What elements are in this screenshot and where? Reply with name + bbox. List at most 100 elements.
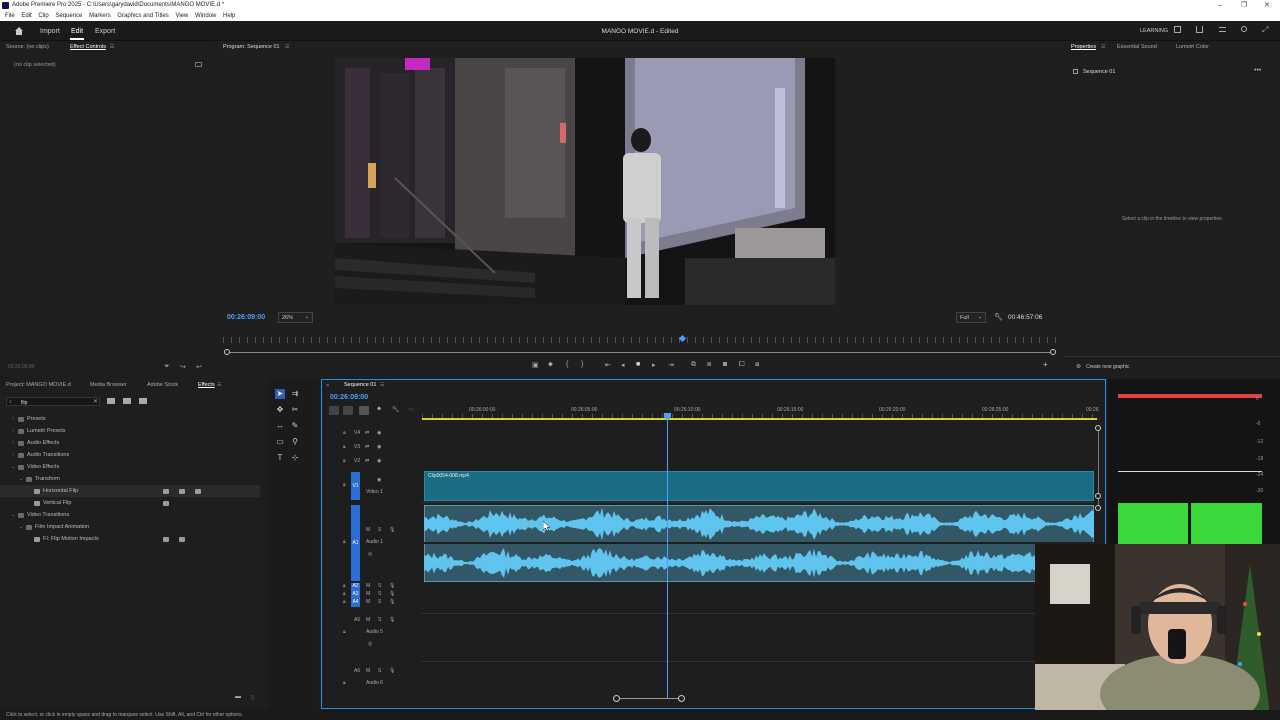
lock-icon[interactable]: 🔒︎ <box>343 680 346 686</box>
add-marker-icon[interactable]: ▣ <box>532 361 539 369</box>
chevron-down-icon[interactable]: ⌄ <box>18 521 24 533</box>
hscroll-handle-right[interactable] <box>678 695 685 702</box>
accelerated-effects-icon[interactable] <box>107 398 115 404</box>
lock-icon[interactable]: 🔒︎ <box>343 430 346 436</box>
microphone-icon[interactable]: 🎙︎ <box>389 591 395 597</box>
mark-in-icon[interactable]: { <box>566 361 568 368</box>
minimize-button[interactable]: – <box>1218 0 1222 11</box>
volume-knob-icon[interactable]: ◎ <box>368 641 372 647</box>
compare-icon[interactable]: ⧠ <box>739 361 745 369</box>
chevron-right-icon[interactable]: › <box>10 425 16 437</box>
filter-icon[interactable]: ⏷ <box>164 363 170 371</box>
clear-search-icon[interactable]: ✕ <box>93 398 98 405</box>
menu-markers[interactable]: Markers <box>89 11 111 21</box>
effects-tree-row[interactable]: ⌄ Video Effects <box>0 461 260 473</box>
horizontal-scrollbar[interactable] <box>617 698 682 699</box>
chevron-right-icon[interactable]: › <box>10 413 16 425</box>
zoom-select[interactable]: 26% ⌄ <box>278 312 313 323</box>
export-icon[interactable]: ↪ <box>180 363 186 371</box>
slip-tool-icon[interactable]: ↔ <box>275 421 285 431</box>
chevron-down-icon[interactable]: ⌄ <box>10 509 16 521</box>
work-area-bar[interactable] <box>422 418 1097 420</box>
scroll-handle-bottom[interactable] <box>1095 505 1101 511</box>
tab-source[interactable]: Source: (no clips) <box>6 44 49 50</box>
menu-view[interactable]: View <box>175 11 188 21</box>
scroll-handle-mid[interactable] <box>1095 493 1101 499</box>
tab-project[interactable]: Project: MANGO MOVIE.d <box>6 382 71 388</box>
tab-media-browser[interactable]: Media Browser <box>90 382 127 388</box>
sync-lock-icon[interactable]: ⇄ <box>365 430 369 436</box>
solo-icon[interactable]: S <box>378 599 381 605</box>
effects-tree-row[interactable]: ⌄ Transform <box>0 473 260 485</box>
more-icon[interactable]: ••• <box>1254 67 1261 74</box>
pen-tool-icon[interactable]: ✎ <box>290 421 300 431</box>
close-tab-icon[interactable]: × <box>326 383 329 389</box>
volume-knob-icon[interactable]: ◎ <box>368 551 372 557</box>
panel-menu-icon[interactable]: ☰ <box>110 44 114 50</box>
settings-wrench-icon[interactable]: 🔧︎ <box>392 406 400 413</box>
timeline-menu-icon[interactable]: ☰ <box>380 382 384 388</box>
close-button[interactable]: ✕ <box>1264 0 1270 11</box>
menu-file[interactable]: File <box>5 11 15 21</box>
step-forward-icon[interactable]: ▸ <box>652 361 656 369</box>
captions-icon[interactable]: ▭ <box>408 406 414 413</box>
menu-clip[interactable]: Clip <box>38 11 48 21</box>
timeline-ruler[interactable]: 00:26:00:00 00:26:05:00 00:26:10:00 00:2… <box>422 405 1100 420</box>
a2-target-button[interactable]: A2 <box>351 583 360 591</box>
zoom-tool-icon[interactable]: ⊹ <box>290 453 300 463</box>
program-ruler[interactable] <box>223 337 1057 343</box>
sync-lock-icon[interactable]: ⇄ <box>365 458 369 464</box>
selection-tool-icon[interactable]: ➤ <box>275 389 285 399</box>
tab-sequence[interactable]: Sequence 01 <box>344 382 376 388</box>
menu-help[interactable]: Help <box>223 11 235 21</box>
eye-icon[interactable]: ◉ <box>377 477 381 483</box>
nest-icon[interactable] <box>329 406 339 415</box>
export-frame-icon[interactable]: ◙ <box>723 361 727 368</box>
tab-effects[interactable]: Effects <box>198 382 215 388</box>
microphone-icon[interactable]: 🎙︎ <box>389 599 395 605</box>
ripple-tool-icon[interactable]: ✥ <box>275 405 285 415</box>
resolution-select[interactable]: Full ⌄ <box>956 312 986 323</box>
a4-target-button[interactable]: A4 <box>351 599 360 607</box>
new-bin-icon[interactable]: ▬ <box>235 694 241 700</box>
lock-icon[interactable]: 🔒︎ <box>343 599 346 605</box>
tab-essential-sound[interactable]: Essential Sound <box>1117 44 1157 50</box>
menu-graphics[interactable]: Graphics and Titles <box>117 11 168 21</box>
microphone-icon[interactable]: 🎙︎ <box>389 617 395 623</box>
a3-target-button[interactable]: A3 <box>351 591 360 599</box>
workspace-label[interactable]: LEARNING <box>1140 28 1168 34</box>
a1-target-button[interactable]: A1 <box>351 505 360 581</box>
mute-icon[interactable]: M <box>366 668 370 674</box>
32bit-effects-icon[interactable] <box>123 398 131 404</box>
snap-icon[interactable] <box>343 406 353 415</box>
effects-tree-row[interactable]: ⌄ Video Transitions <box>0 509 260 521</box>
track-select-tool-icon[interactable]: ⇉ <box>290 389 300 399</box>
tab-lumetri-color[interactable]: Lumetri Color <box>1176 44 1209 50</box>
panel-toggle-icon[interactable] <box>195 62 202 67</box>
chevron-right-icon[interactable]: › <box>10 437 16 449</box>
microphone-icon[interactable]: 🎙︎ <box>389 668 395 674</box>
stop-icon[interactable]: ■ <box>636 361 640 368</box>
properties-menu-icon[interactable]: ☰ <box>1101 44 1105 50</box>
program-timecode[interactable]: 00:26:09:00 <box>227 314 265 321</box>
fullscreen-icon[interactable]: ⤢ <box>1262 25 1268 35</box>
chevron-down-icon[interactable]: ⌄ <box>10 461 16 473</box>
effects-search-input[interactable]: ⌕ flip ✕ <box>6 397 100 406</box>
lock-icon[interactable]: 🔒︎ <box>343 539 346 545</box>
sync-lock-icon[interactable]: ⇄ <box>365 444 369 450</box>
microphone-icon[interactable]: 🎙︎ <box>389 527 395 533</box>
timeline-playhead[interactable] <box>667 413 668 698</box>
maximize-button[interactable]: ❐ <box>1241 0 1247 11</box>
eye-icon[interactable]: ◉ <box>377 458 381 464</box>
step-back-icon[interactable]: ◂ <box>621 361 625 369</box>
share-icon[interactable] <box>1196 26 1203 33</box>
lock-icon[interactable]: 🔒︎ <box>343 444 346 450</box>
zoom-handle-right[interactable] <box>1050 349 1056 355</box>
tab-properties[interactable]: Properties <box>1071 44 1096 50</box>
solo-icon[interactable]: S <box>378 527 381 533</box>
add-button-icon[interactable]: + <box>1043 360 1048 369</box>
v1-target-button[interactable]: V1 <box>351 472 360 500</box>
mute-icon[interactable]: M <box>366 599 370 605</box>
comparison-view-icon[interactable]: ⧇ <box>755 361 759 369</box>
eye-icon[interactable]: ◉ <box>377 430 381 436</box>
